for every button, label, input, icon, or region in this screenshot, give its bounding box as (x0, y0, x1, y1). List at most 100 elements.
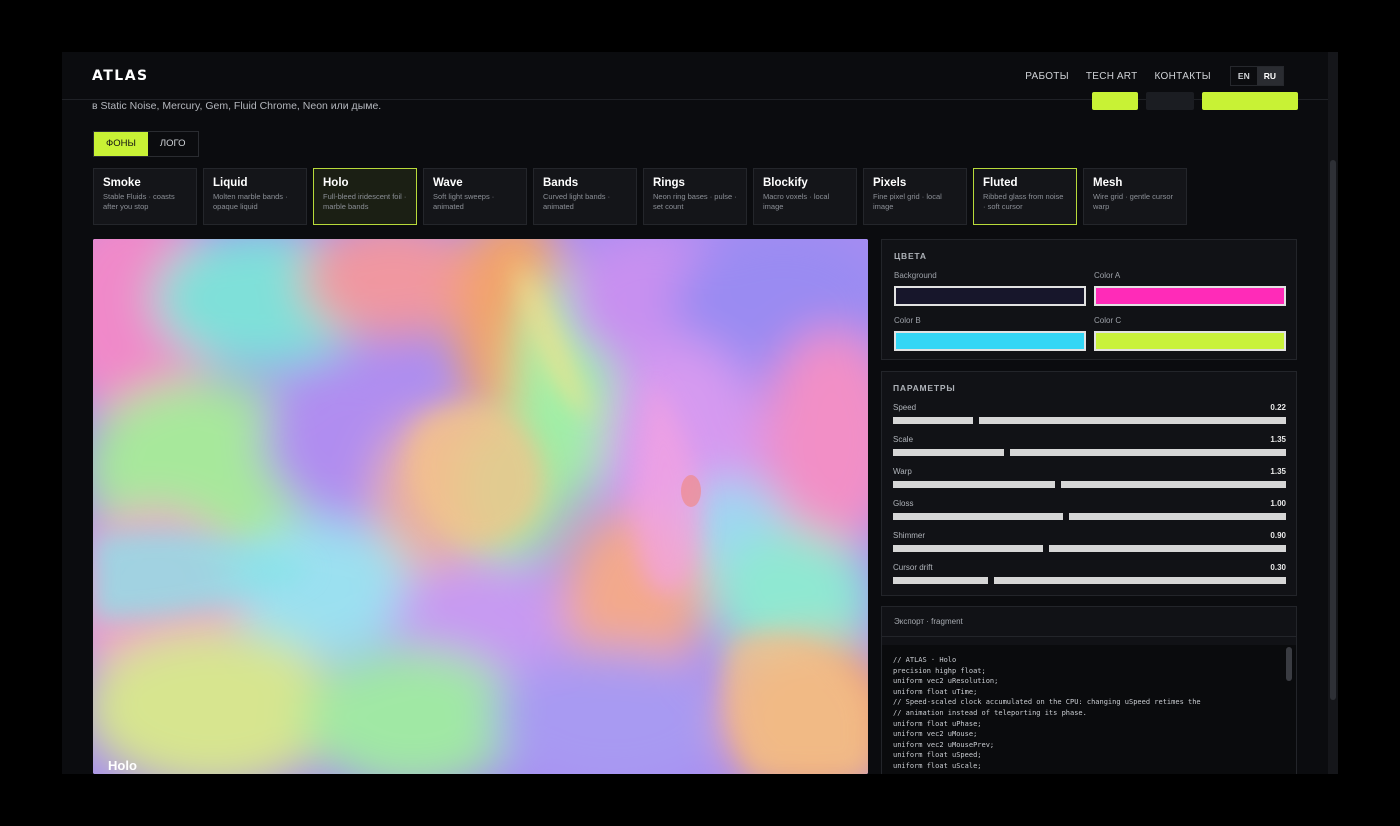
page-scrollbar-thumb[interactable] (1330, 160, 1336, 700)
preset-name: Smoke (103, 177, 141, 189)
page-subtitle: в Static Noise, Mercury, Gem, Fluid Chro… (92, 100, 382, 112)
preset-card-holo[interactable]: Holo Full-bleed iridescent foil · marble… (313, 168, 417, 225)
warp-slider[interactable] (893, 480, 1286, 489)
preset-card-smoke[interactable]: Smoke Stable Fluids · coasts after you s… (93, 168, 197, 225)
color-swatch-a[interactable] (1094, 286, 1286, 306)
toolbar-button-3[interactable] (1202, 92, 1298, 110)
preset-description: Macro voxels · local image (763, 192, 830, 211)
preset-description: Full-bleed iridescent foil · marble band… (323, 192, 407, 211)
shader-code-viewer[interactable]: // ATLAS · Holo precision highp float; u… (882, 645, 1296, 774)
preset-card-mesh[interactable]: Mesh Wire grid · gentle cursor warp (1083, 168, 1187, 225)
preset-name: Fluted (983, 177, 1018, 189)
param-value: 0.22 (1270, 403, 1286, 412)
page-scrollbar[interactable] (1328, 52, 1338, 774)
preset-description: Stable Fluids · coasts after you stop (103, 192, 175, 211)
slider-track-left (893, 577, 988, 584)
slider-track-left (893, 513, 1063, 520)
preset-card-fluted[interactable]: Fluted Ribbed glass from noise · soft cu… (973, 168, 1077, 225)
param-label: Cursor drift (893, 563, 933, 572)
toolbar-button-1[interactable] (1092, 92, 1138, 110)
parameters-panel: ПАРАМЕТРЫ Speed 0.22 Scale 1.35 Warp 1.35 G… (881, 371, 1297, 596)
param-value: 1.35 (1270, 467, 1286, 476)
language-switcher: EN RU (1229, 66, 1284, 86)
preset-card-blockify[interactable]: Blockify Macro voxels · local image (753, 168, 857, 225)
param-speed: Speed 0.22 (893, 403, 1286, 425)
preset-description: Wire grid · gentle cursor warp (1093, 192, 1174, 211)
preset-name: Blockify (763, 177, 808, 189)
preset-description: Molten marble bands · opaque liquid (213, 192, 288, 211)
preset-list: Smoke Stable Fluids · coasts after you s… (93, 168, 1187, 225)
preset-description: Ribbed glass from noise · soft cursor (983, 192, 1064, 211)
nav-link-contacts[interactable]: КОНТАКТЫ (1155, 71, 1211, 82)
lang-ru-button[interactable]: RU (1256, 67, 1283, 85)
toolbar-button-2[interactable] (1146, 92, 1194, 110)
color-field-b: Color B (894, 316, 1086, 351)
cursor-drift-slider[interactable] (893, 576, 1286, 585)
param-label: Scale (893, 435, 914, 444)
nav-link-works[interactable]: РАБОТЫ (1025, 71, 1069, 82)
export-panel-title: Экспорт · fragment (882, 607, 1296, 637)
shimmer-slider[interactable] (893, 544, 1286, 553)
preset-name: Mesh (1093, 177, 1123, 189)
tab-backgrounds[interactable]: ФОНЫ (94, 132, 148, 156)
tab-logo[interactable]: ЛОГО (148, 132, 198, 156)
color-label: Color C (1094, 316, 1122, 325)
preset-card-rings[interactable]: Rings Neon ring bases · pulse · set coun… (643, 168, 747, 225)
param-label: Warp (893, 467, 912, 476)
param-label: Speed (893, 403, 917, 412)
preset-card-wave[interactable]: Wave Soft light sweeps · animated (423, 168, 527, 225)
color-field-c: Color C (1094, 316, 1286, 351)
lang-en-button[interactable]: EN (1231, 67, 1257, 85)
preset-card-pixels[interactable]: Pixels Fine pixel grid · local image (863, 168, 967, 225)
param-value: 0.30 (1270, 563, 1286, 572)
slider-track-left (893, 545, 1043, 552)
param-value: 1.00 (1270, 499, 1286, 508)
param-shimmer: Shimmer 0.90 (893, 531, 1286, 553)
color-label: Color B (894, 316, 921, 325)
param-scale: Scale 1.35 (893, 435, 1286, 457)
preset-name: Pixels (873, 177, 907, 189)
nav-link-tech-art[interactable]: TECH ART (1086, 71, 1138, 82)
scale-slider[interactable] (893, 448, 1286, 457)
param-gloss: Gloss 1.00 (893, 499, 1286, 521)
color-field-a: Color A (1094, 271, 1286, 306)
app-window: ATLAS РАБОТЫ TECH ART КОНТАКТЫ EN RU в S… (62, 52, 1338, 774)
preset-card-liquid[interactable]: Liquid Molten marble bands · opaque liqu… (203, 168, 307, 225)
param-warp: Warp 1.35 (893, 467, 1286, 489)
colors-panel: ЦВЕТА Background Color A Color B Color C (881, 239, 1297, 360)
preset-card-bands[interactable]: Bands Curved light bands · animated (533, 168, 637, 225)
preset-description: Soft light sweeps · animated (433, 192, 495, 211)
toolbar-buttons-partially-hidden (1092, 92, 1298, 110)
slider-track-right (1010, 449, 1286, 456)
holo-iridescent-image (93, 239, 868, 774)
param-cursor-drift: Cursor drift 0.30 (893, 563, 1286, 585)
slider-track-left (893, 449, 1004, 456)
color-swatch-c[interactable] (1094, 331, 1286, 351)
atlas-logo[interactable]: ATLAS (92, 68, 149, 84)
main-nav: РАБОТЫ TECH ART КОНТАКТЫ EN RU (1025, 66, 1284, 86)
color-field-background: Background (894, 271, 1086, 306)
param-value: 0.90 (1270, 531, 1286, 540)
shader-preview-canvas[interactable]: Holo (93, 239, 868, 774)
colors-panel-title: ЦВЕТА (894, 251, 927, 261)
export-panel: Экспорт · fragment // ATLAS · Holo preci… (881, 606, 1297, 774)
preset-description: Curved light bands · animated (543, 192, 611, 211)
preset-name: Wave (433, 177, 463, 189)
code-scrollbar-thumb[interactable] (1286, 647, 1292, 681)
color-swatch-b[interactable] (894, 331, 1086, 351)
mode-tabs: ФОНЫ ЛОГО (93, 131, 199, 157)
preset-name: Bands (543, 177, 579, 189)
shader-code: // ATLAS · Holo precision highp float; u… (893, 656, 1201, 770)
preset-name: Liquid (213, 177, 248, 189)
param-label: Gloss (893, 499, 914, 508)
slider-track-right (1061, 481, 1286, 488)
param-value: 1.35 (1270, 435, 1286, 444)
color-swatch-background[interactable] (894, 286, 1086, 306)
slider-track-right (979, 417, 1286, 424)
gloss-slider[interactable] (893, 512, 1286, 521)
parameters-panel-title: ПАРАМЕТРЫ (893, 383, 956, 393)
color-label: Background (894, 271, 937, 280)
preset-description: Neon ring bases · pulse · set count (653, 192, 737, 211)
slider-track-right (994, 577, 1286, 584)
speed-slider[interactable] (893, 416, 1286, 425)
